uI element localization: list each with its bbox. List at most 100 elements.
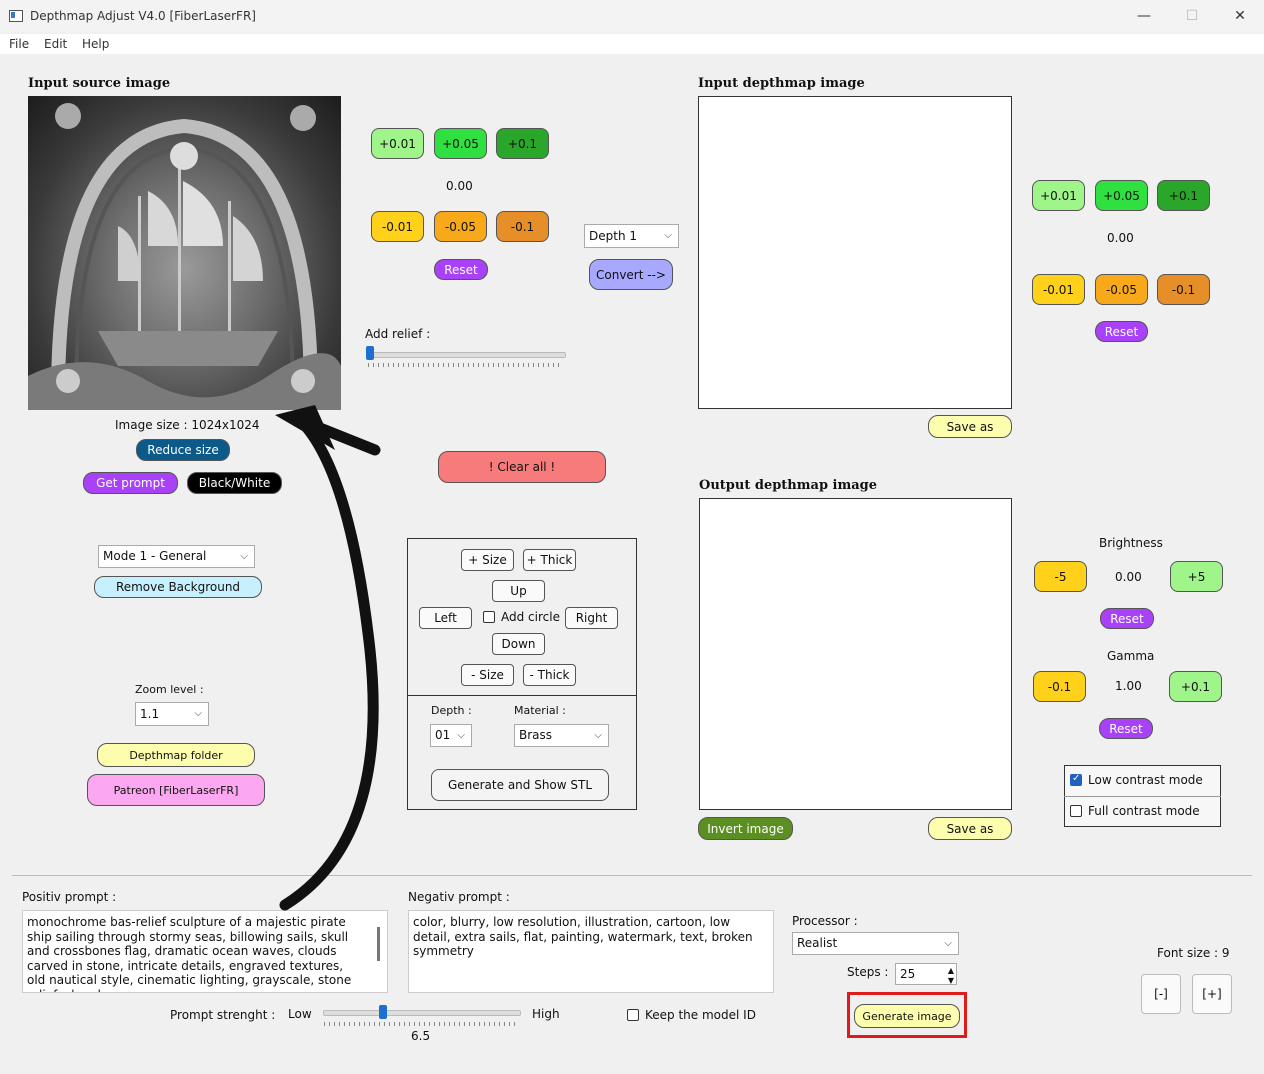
- negative-prompt-input[interactable]: color, blurry, low resolution, illustrat…: [408, 910, 774, 993]
- prompt-strength-slider-handle[interactable]: [378, 1005, 387, 1019]
- relief-reset-button[interactable]: Reset: [434, 259, 488, 280]
- reduce-size-button[interactable]: Reduce size: [136, 439, 230, 461]
- depth-reset-button[interactable]: Reset: [1095, 321, 1148, 342]
- section-divider: [12, 875, 1252, 876]
- zoom-select-value: 1.1: [140, 707, 160, 721]
- keep-model-label: Keep the model ID: [645, 1008, 756, 1022]
- strength-high-label: High: [532, 1007, 560, 1021]
- brightness-minus-button[interactable]: -5: [1034, 561, 1087, 592]
- depth-plus-005-button[interactable]: +0.05: [1095, 180, 1148, 211]
- generate-image-button[interactable]: Generate image: [854, 1004, 960, 1028]
- input-depth-title: Input depthmap image: [698, 76, 865, 91]
- menu-bar: File Edit Help: [0, 34, 1264, 54]
- relief-minus-005-button[interactable]: -0.05: [434, 211, 487, 242]
- low-contrast-checkbox[interactable]: [1070, 773, 1082, 786]
- left-button[interactable]: Left: [419, 607, 472, 629]
- down-button[interactable]: Down: [492, 633, 545, 655]
- depthmap-folder-button[interactable]: Depthmap folder: [97, 743, 255, 767]
- relief-plus-005-button[interactable]: +0.05: [434, 128, 487, 159]
- menu-help[interactable]: Help: [82, 37, 109, 51]
- clear-all-button[interactable]: ! Clear all !: [438, 451, 606, 483]
- depth-plus-001-button[interactable]: +0.01: [1032, 180, 1085, 211]
- material-select[interactable]: Brass ⌵: [514, 724, 609, 747]
- positive-prompt-scrollbar[interactable]: [377, 927, 380, 961]
- add-circle-checkbox[interactable]: [483, 611, 495, 623]
- up-button[interactable]: Up: [492, 580, 545, 602]
- depth-plus-01-button[interactable]: +0.1: [1157, 180, 1210, 211]
- depth-select-value: Depth 1: [589, 229, 637, 243]
- patreon-button[interactable]: Patreon [FiberLaserFR]: [87, 774, 265, 806]
- mode-select[interactable]: Mode 1 - General ⌵: [98, 545, 255, 568]
- app-icon: [9, 10, 23, 22]
- brightness-label: Brightness: [1099, 536, 1163, 550]
- positive-prompt-input[interactable]: monochrome bas-relief sculpture of a maj…: [22, 910, 388, 993]
- brightness-reset-button[interactable]: Reset: [1100, 608, 1154, 629]
- minus-size-button[interactable]: - Size: [461, 664, 514, 686]
- processor-select[interactable]: Realist ⌵: [792, 932, 959, 955]
- get-prompt-button[interactable]: Get prompt: [83, 472, 178, 494]
- zoom-select[interactable]: 1.1 ⌵: [135, 702, 209, 726]
- relief-plus-01-button[interactable]: +0.1: [496, 128, 549, 159]
- plus-thick-button[interactable]: + Thick: [523, 549, 576, 571]
- output-depth-image: [699, 498, 1012, 810]
- material-label: Material :: [514, 704, 566, 717]
- steps-value: 25: [900, 967, 916, 981]
- positive-prompt-label: Positiv prompt :: [22, 890, 117, 904]
- menu-edit[interactable]: Edit: [44, 37, 67, 51]
- full-contrast-checkbox[interactable]: [1070, 805, 1082, 817]
- prompt-strength-label: Prompt strenght :: [170, 1008, 276, 1022]
- font-increase-button[interactable]: [+]: [1192, 974, 1232, 1014]
- gamma-value: 1.00: [1115, 679, 1142, 693]
- depth-minus-01-button[interactable]: -0.1: [1157, 274, 1210, 305]
- negative-prompt-label: Negativ prompt :: [408, 890, 510, 904]
- prompt-strength-slider-ticks: [324, 1022, 518, 1026]
- contrast-divider: [1064, 796, 1221, 797]
- convert-button[interactable]: Convert -->: [589, 259, 673, 290]
- brightness-value: 0.00: [1115, 570, 1142, 584]
- font-size-label: Font size : 9: [1157, 946, 1230, 960]
- low-contrast-label: Low contrast mode: [1088, 773, 1203, 787]
- minus-thick-button[interactable]: - Thick: [523, 664, 576, 686]
- generate-stl-button[interactable]: Generate and Show STL: [431, 769, 609, 801]
- source-title: Input source image: [28, 76, 171, 91]
- strength-value: 6.5: [411, 1029, 431, 1043]
- gamma-minus-button[interactable]: -0.1: [1033, 671, 1086, 702]
- maximize-button[interactable]: ☐: [1182, 6, 1202, 26]
- input-save-as-button[interactable]: Save as: [928, 415, 1012, 438]
- full-contrast-label: Full contrast mode: [1088, 804, 1200, 818]
- menu-file[interactable]: File: [9, 37, 29, 51]
- add-relief-slider-handle[interactable]: [366, 346, 374, 360]
- plus-size-button[interactable]: + Size: [461, 549, 514, 571]
- image-size-label: Image size : 1024x1024: [115, 418, 260, 432]
- depth-minus-001-button[interactable]: -0.01: [1032, 274, 1085, 305]
- close-button[interactable]: ✕: [1230, 6, 1250, 26]
- invert-image-button[interactable]: Invert image: [698, 817, 793, 840]
- chevron-down-icon: ⌵: [194, 708, 202, 719]
- gamma-label: Gamma: [1107, 649, 1155, 663]
- input-depth-image: [698, 96, 1012, 409]
- add-relief-slider-track[interactable]: [368, 352, 566, 358]
- brightness-plus-button[interactable]: +5: [1170, 561, 1223, 592]
- prompt-strength-slider-track[interactable]: [323, 1010, 521, 1016]
- relief-minus-01-button[interactable]: -0.1: [496, 211, 549, 242]
- depth-minus-005-button[interactable]: -0.05: [1095, 274, 1148, 305]
- steps-spinbox[interactable]: 25 ▲ ▼: [895, 963, 957, 985]
- chevron-down-icon: ⌵: [457, 730, 465, 741]
- right-button[interactable]: Right: [565, 607, 618, 629]
- depth-number-select[interactable]: 01 ⌵: [430, 724, 472, 747]
- output-save-as-button[interactable]: Save as: [928, 817, 1012, 840]
- spin-down-icon[interactable]: ▼: [948, 971, 954, 991]
- remove-background-button[interactable]: Remove Background: [94, 576, 262, 598]
- relief-minus-001-button[interactable]: -0.01: [371, 211, 424, 242]
- window-title: Depthmap Adjust V4.0 [FiberLaserFR]: [30, 9, 256, 23]
- add-circle-label: Add circle: [501, 610, 560, 624]
- relief-plus-001-button[interactable]: +0.01: [371, 128, 424, 159]
- minimize-button[interactable]: —: [1134, 6, 1154, 26]
- gamma-reset-button[interactable]: Reset: [1099, 718, 1153, 739]
- font-decrease-button[interactable]: [-]: [1141, 974, 1181, 1014]
- depth-select[interactable]: Depth 1 ⌵: [584, 224, 679, 248]
- processor-label: Processor :: [792, 914, 858, 928]
- keep-model-checkbox[interactable]: [627, 1009, 639, 1021]
- black-white-button[interactable]: Black/White: [187, 472, 282, 494]
- gamma-plus-button[interactable]: +0.1: [1169, 671, 1222, 702]
